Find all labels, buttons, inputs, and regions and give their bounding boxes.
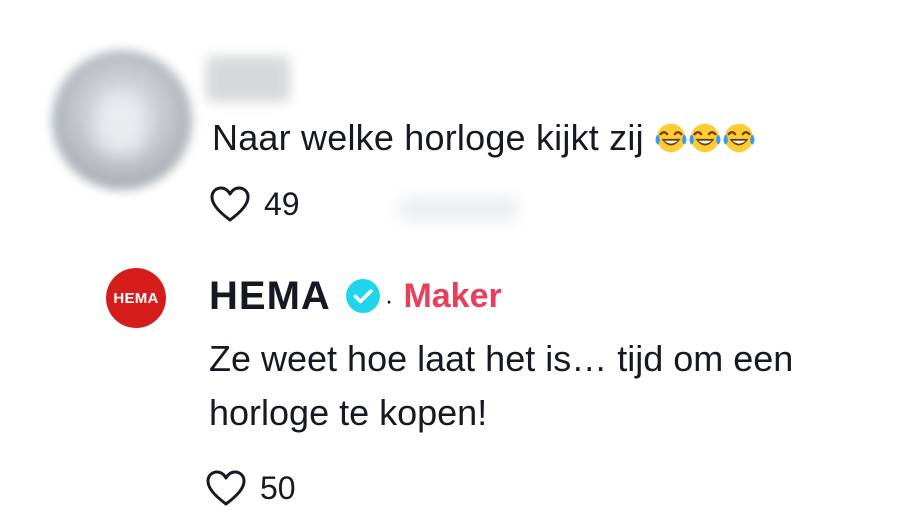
emoji-group <box>655 118 758 168</box>
reply-header: HEMA · Maker <box>209 270 502 322</box>
creator-badge: Maker <box>403 276 502 315</box>
separator-dot: · <box>384 284 394 315</box>
hema-avatar-text: HEMA <box>113 289 159 307</box>
comment-like-count: 49 <box>264 186 300 222</box>
heart-outline-icon[interactable] <box>204 468 248 508</box>
comment-like-row: 49 <box>208 184 300 224</box>
reply-body: Ze weet hoe laat het is… tijd om een hor… <box>209 338 794 433</box>
commenter-avatar-detail <box>96 92 146 154</box>
comment-text: Naar welke horloge kijkt zij <box>212 117 644 158</box>
verified-check-icon <box>345 278 381 314</box>
comment-body: Naar welke horloge kijkt zij <box>212 114 758 168</box>
hema-avatar[interactable]: HEMA <box>106 268 166 328</box>
laughing-crying-emoji-icon <box>689 123 721 153</box>
reply-like-count: 50 <box>260 470 296 506</box>
redacted-reply-link[interactable] <box>400 196 518 222</box>
laughing-crying-emoji-icon <box>655 123 687 153</box>
laughing-crying-emoji-icon <box>723 123 755 153</box>
commenter-username-redacted[interactable] <box>206 56 290 102</box>
reply-author-name[interactable]: HEMA <box>209 274 331 319</box>
comment-thread: Naar welke horloge kijkt zij 49 HEMA HEM… <box>0 0 920 518</box>
heart-outline-icon[interactable] <box>208 184 252 224</box>
reply-like-row: 50 <box>204 468 296 508</box>
